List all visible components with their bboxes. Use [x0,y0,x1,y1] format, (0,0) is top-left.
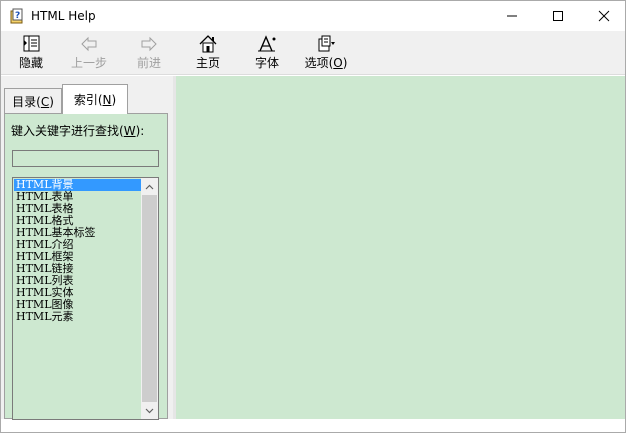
forward-arrow-icon [141,36,157,52]
keyword-label: 键入关键字进行查找(W): [11,124,145,138]
home-button[interactable]: 主页 [182,33,234,73]
font-label: 字体 [254,56,279,70]
home-label: 主页 [195,56,220,70]
index-tab-page: 键入关键字进行查找(W): HTML背景 HTML表单 HTML表格 HTML格式 HT… [4,113,168,420]
back-label: 上一步 [70,56,107,70]
chevron-up-icon [145,184,154,189]
minimize-icon [507,15,517,17]
html-help-window: ? HTML Help 隐藏 上一步 前进 主页 字体 选项(O) 目录(C) … [0,0,626,433]
index-keyword-list[interactable]: HTML背景 HTML表单 HTML表格 HTML格式 HTML基本标签 HTML介绍 HT… [12,177,159,420]
chevron-down-icon [145,408,154,413]
close-button[interactable] [581,1,626,31]
hide-pane-icon [23,35,40,52]
topic-content-pane [176,76,625,419]
tab-contents-label: 目录(C) [12,94,54,109]
scroll-up-button[interactable] [141,178,158,195]
font-button[interactable]: 字体 [241,33,293,73]
index-list-items: HTML背景 HTML表单 HTML表格 HTML格式 HTML基本标签 HTML介绍 HT… [14,179,141,323]
tab-contents[interactable]: 目录(C) [4,88,62,113]
window-title: HTML Help [31,9,96,23]
tab-index[interactable]: 索引(N) [62,84,128,114]
scroll-thumb[interactable] [142,195,157,402]
svg-text:?: ? [15,11,20,21]
tab-index-label: 索引(N) [73,93,117,107]
close-icon [598,10,610,22]
options-label: 选项(O) [304,56,348,70]
list-vertical-scrollbar[interactable] [141,178,158,419]
maximize-icon [553,11,563,21]
options-button[interactable]: 选项(O) [300,33,352,73]
minimize-button[interactable] [489,1,535,31]
help-app-icon: ? [10,8,23,24]
hide-button[interactable]: 隐藏 [5,33,57,73]
navigation-pane: 目录(C) 索引(N) 键入关键字进行查找(W): HTML背景 HTML表单 HT… [1,76,173,420]
index-list-item[interactable]: HTML元素 [14,311,141,323]
back-arrow-icon [81,36,97,52]
font-icon [258,35,276,52]
back-button[interactable]: 上一步 [63,33,115,73]
options-icon [318,35,335,52]
scroll-down-button[interactable] [141,402,158,419]
forward-button[interactable]: 前进 [123,33,175,73]
forward-label: 前进 [136,56,161,70]
keyword-search-input[interactable] [12,150,159,167]
hide-label: 隐藏 [18,56,43,70]
home-icon [199,35,217,53]
title-bar[interactable]: ? HTML Help [1,1,625,31]
toolbar: 隐藏 上一步 前进 主页 字体 选项(O) [1,31,625,75]
maximize-button[interactable] [535,1,581,31]
